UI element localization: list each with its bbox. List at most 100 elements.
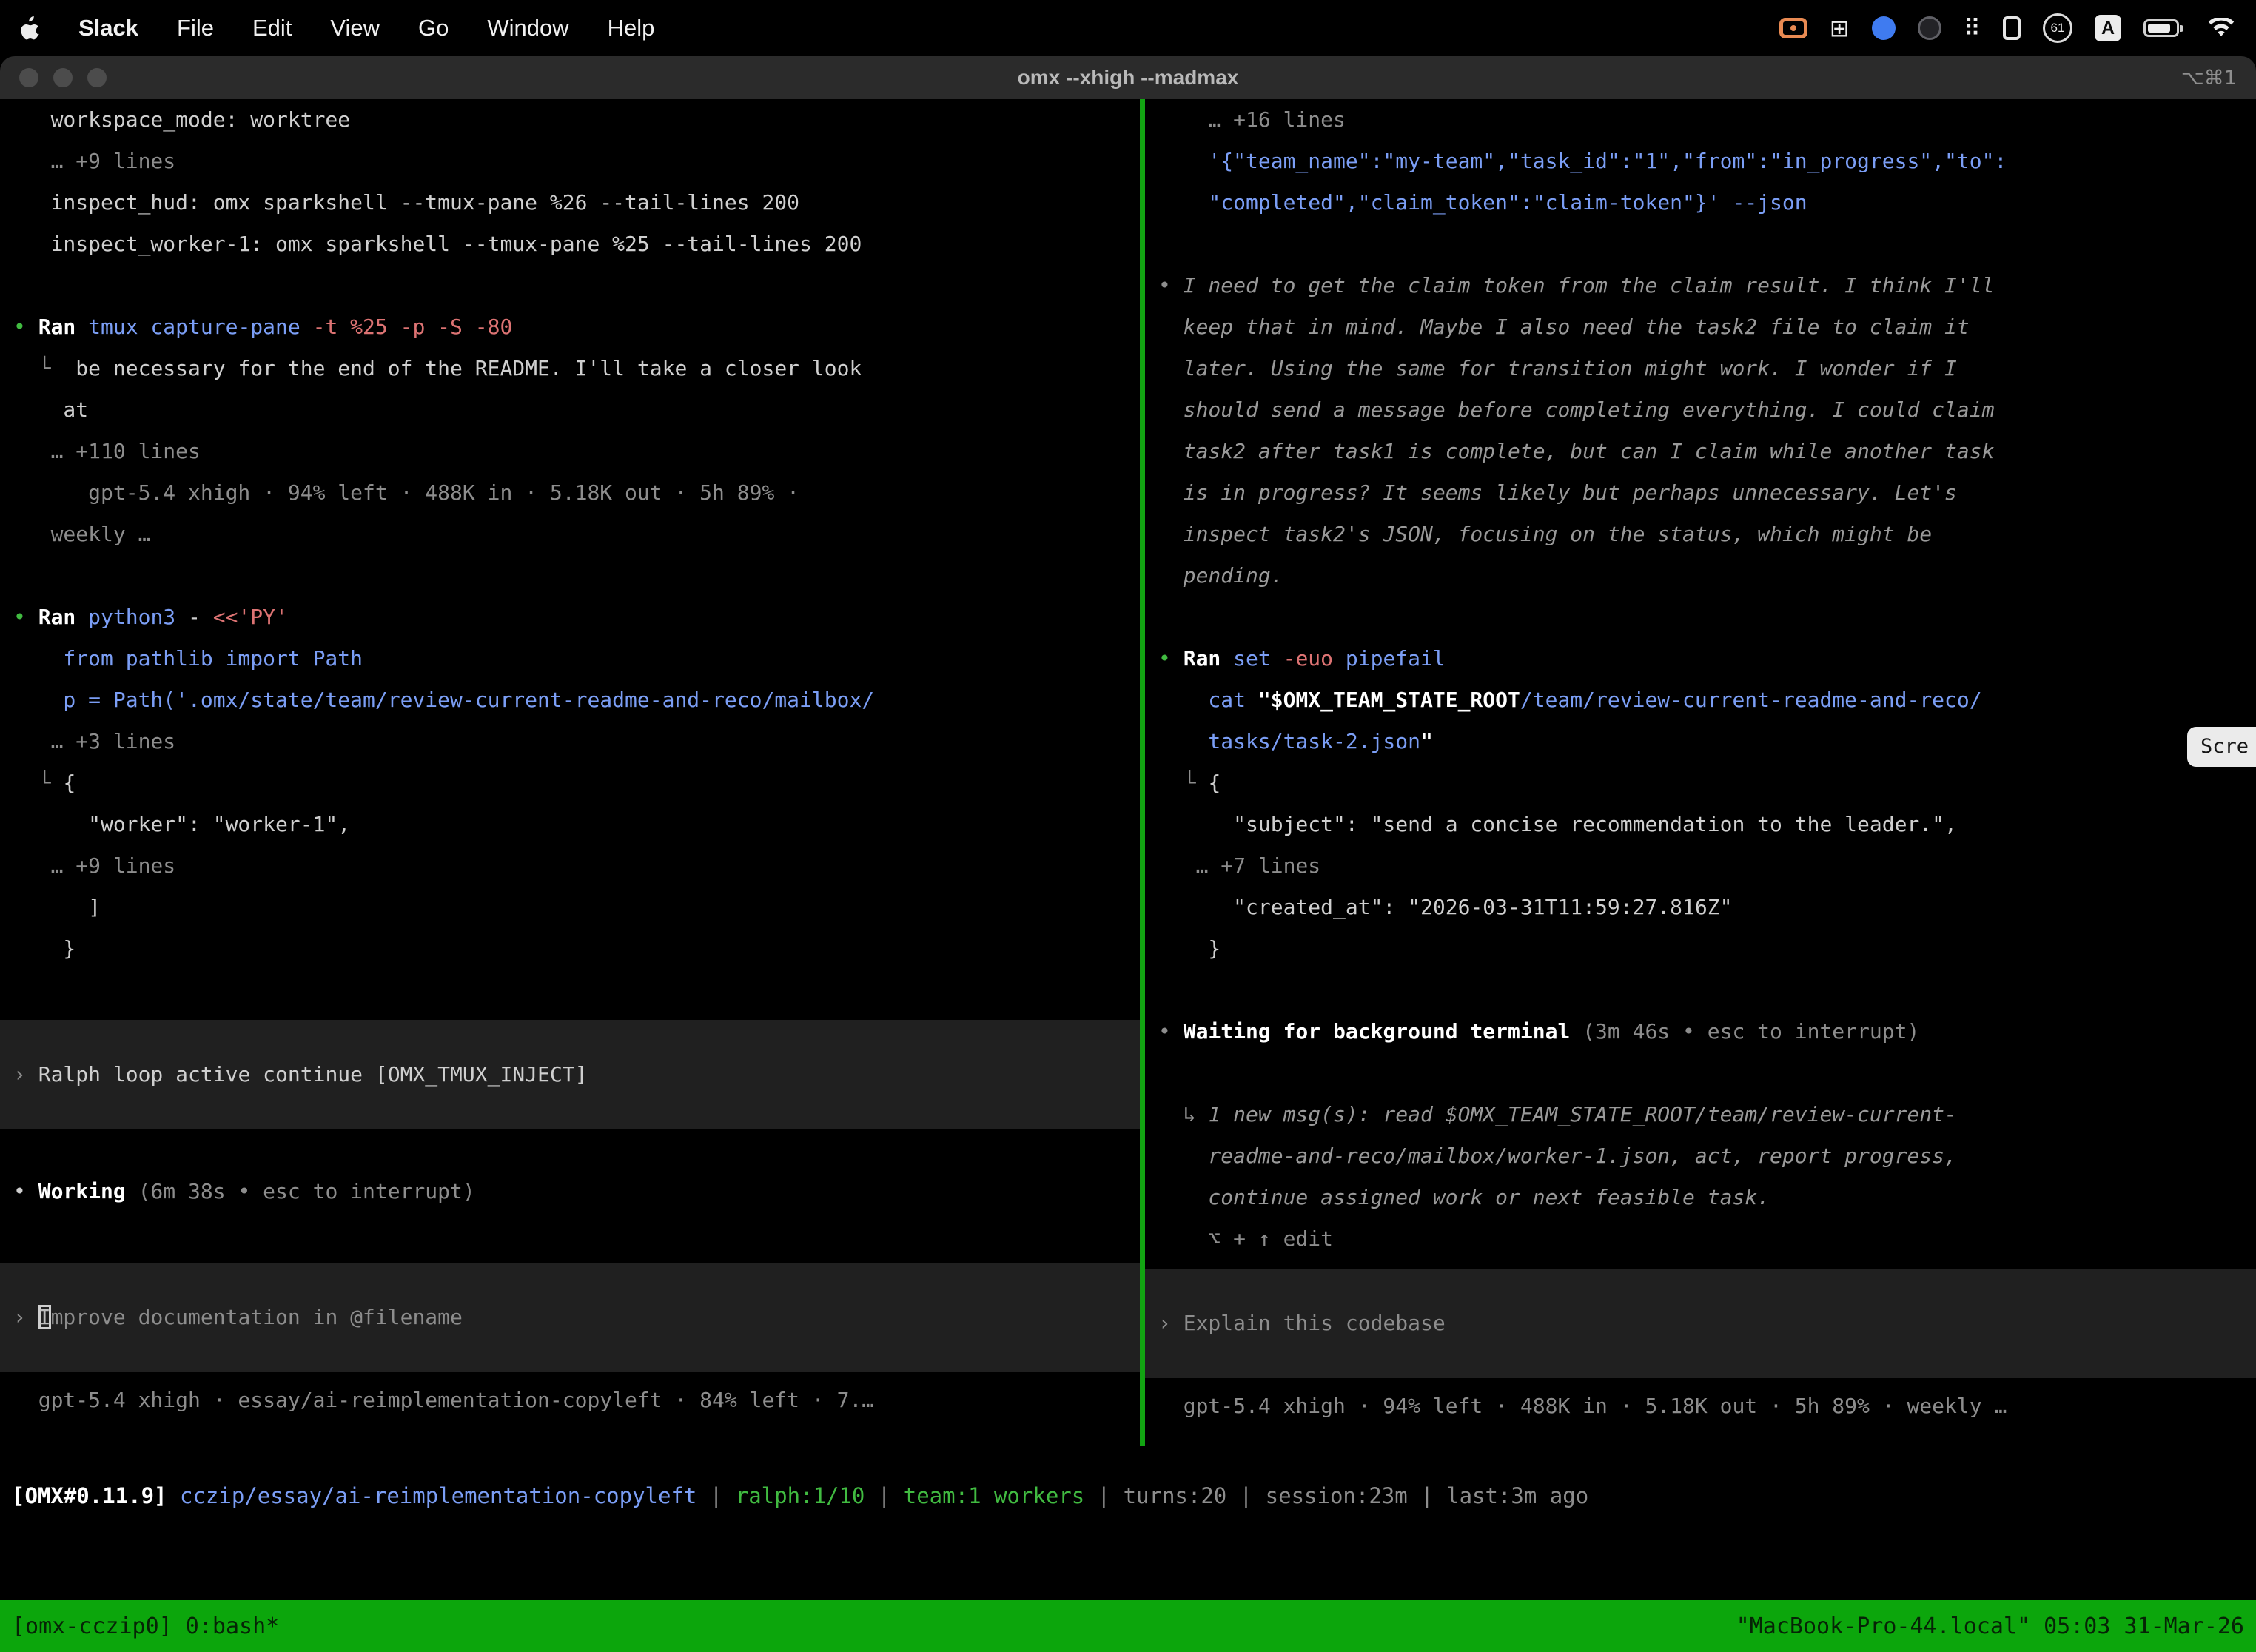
text-run: should send a message before completing … (1158, 397, 1994, 422)
text-run: gpt-5.4 xhigh · 94% left · 488K in · 5.1… (1158, 1394, 2007, 1418)
text-run: Ran (38, 315, 88, 339)
text-run: ↳ (1158, 1102, 1208, 1126)
terminal-line: should send a message before completing … (1145, 389, 2256, 431)
text-run: • (1158, 273, 1184, 298)
terminal-line (0, 970, 1140, 1011)
terminal-line: └ { (1145, 762, 2256, 804)
input-source-icon[interactable]: A (2095, 15, 2121, 41)
text-run: mprove documentation in @filename (51, 1305, 463, 1329)
terminal-line: '{"team_name":"my-team","task_id":"1","f… (1145, 141, 2256, 182)
wifi-icon[interactable] (2207, 18, 2235, 38)
terminal-line: ↳ 1 new msg(s): read $OMX_TEAM_STATE_ROO… (1145, 1094, 2256, 1135)
text-run: } (1158, 936, 1221, 961)
terminal-line: gpt-5.4 xhigh · 94% left · 488K in · 5.1… (1145, 1386, 2256, 1427)
dark-app-icon[interactable] (1918, 16, 1941, 40)
menu-item-go[interactable]: Go (418, 15, 449, 41)
terminal-line (0, 555, 1140, 597)
text-run: gpt-5.4 xhigh · 94% left · 488K in · 5.1… (13, 480, 799, 505)
terminal-line: is in progress? It seems likely but perh… (1145, 472, 2256, 514)
device-icon[interactable] (2003, 16, 2021, 40)
omx-status-segment: | (1084, 1483, 1123, 1508)
composer-band[interactable]: › Explain this codebase (1145, 1269, 2256, 1378)
text-run: tmux capture-pane (88, 315, 312, 339)
text-run: (3m 46s • esc to interrupt) (1582, 1019, 1919, 1044)
text-run: gpt-5.4 xhigh · essay/ai-reimplementatio… (13, 1388, 874, 1412)
text-run: I (38, 1305, 51, 1329)
menu-item-edit[interactable]: Edit (252, 15, 292, 41)
menu-item-view[interactable]: View (330, 15, 380, 41)
text-run: -euo (1283, 646, 1346, 671)
terminal-line: • Ran set -euo pipefail (1145, 638, 2256, 679)
omx-status-segment: last:3m ago (1446, 1483, 1588, 1508)
menu-item-window[interactable]: Window (487, 15, 568, 41)
omx-status-segment: | (696, 1483, 735, 1508)
grid-icon[interactable]: ⊞ (1830, 14, 1850, 42)
terminal-line: └ be necessary for the end of the README… (0, 348, 1140, 389)
terminal-line: continue assigned work or next feasible … (1145, 1177, 2256, 1218)
window-shortcut-hint: ⌥⌘1 (2181, 67, 2237, 90)
terminal-line: "worker": "worker-1", (0, 804, 1140, 845)
text-run: Ran (1184, 646, 1233, 671)
terminal-line: • Waiting for background terminal (3m 46… (1145, 1011, 2256, 1052)
tmux-status-bar: [omx-cczip0] 0:bash* "MacBook-Pro-44.loc… (0, 1600, 2256, 1652)
terminal-line: inspect_hud: omx sparkshell --tmux-pane … (0, 182, 1140, 224)
text-run: -t %25 -p -S -80 (313, 315, 513, 339)
terminal-content: workspace_mode: worktree … +9 lines insp… (0, 99, 2256, 1600)
terminal-line: } (1145, 928, 2256, 970)
terminal-line (0, 265, 1140, 306)
text-run: › (13, 1062, 38, 1087)
text-run: inspect_hud: omx sparkshell --tmux-pane … (13, 190, 799, 215)
text-run: … +3 lines (13, 729, 175, 753)
minimize-button[interactable] (53, 68, 73, 87)
text-run: • (1158, 646, 1184, 671)
battery-icon[interactable] (2143, 19, 2179, 37)
terminal-line: "completed","claim_token":"claim-token"}… (1145, 182, 2256, 224)
blue-app-icon[interactable] (1872, 16, 1896, 40)
screen-recording-icon[interactable] (1779, 18, 1807, 38)
text-run: › (1158, 1311, 1184, 1335)
text-run: continue assigned work or next feasible … (1158, 1185, 1770, 1209)
text-run: " (1420, 729, 1433, 753)
text-run: "$OMX_TEAM_STATE_ROOT (1258, 688, 1520, 712)
text-run: p = Path('.omx/state/team/review-current… (13, 688, 874, 712)
screen: Slack File Edit View Go Window Help ⊞ ⠿ 61 A omx… (0, 0, 2256, 1652)
composer-band[interactable]: › Improve documentation in @filename (0, 1263, 1140, 1372)
menu-item-file[interactable]: File (177, 15, 214, 41)
text-run: task2 after task1 is complete, but can I… (1158, 439, 1994, 463)
text-run: inspect_worker-1: omx sparkshell --tmux-… (13, 232, 862, 256)
text-run: keep that in mind. Maybe I also need the… (1158, 315, 1970, 339)
text-run: "completed","claim_token":"claim-token"}… (1158, 190, 1807, 215)
close-button[interactable] (19, 68, 38, 87)
text-run: └ (13, 356, 75, 380)
apple-menu-icon[interactable] (21, 16, 40, 40)
terminal-line: pending. (1145, 555, 2256, 597)
text-run: tasks/task-2.json (1158, 729, 1420, 753)
text-run: later. Using the same for transition mig… (1158, 356, 1957, 380)
zoom-button[interactable] (87, 68, 107, 87)
menu-bar: Slack File Edit View Go Window Help ⊞ ⠿ 61 A (0, 0, 2256, 56)
pane-divider[interactable] (1140, 99, 1145, 1446)
tmux-session-info: [omx-cczip0] 0:bash* (12, 1614, 279, 1639)
screen-overlay-button[interactable]: Scre (2187, 727, 2256, 767)
app-menu-slack[interactable]: Slack (78, 15, 138, 41)
terminal-line (1145, 1052, 2256, 1094)
window-title-bar: omx --xhigh --madmax ⌥⌘1 (0, 56, 2256, 99)
terminal-line: ⌥ + ↑ edit (1145, 1218, 2256, 1260)
terminal-line: keep that in mind. Maybe I also need the… (1145, 306, 2256, 348)
text-run: - (188, 605, 213, 629)
text-run: › (13, 1305, 38, 1329)
text-run: is in progress? It seems likely but perh… (1158, 480, 1957, 505)
terminal-line: … +110 lines (0, 431, 1140, 472)
text-run: be necessary for the end of the README. … (75, 356, 862, 380)
composer-band[interactable]: › Ralph loop active continue [OMX_TMUX_I… (0, 1020, 1140, 1129)
terminal-line: workspace_mode: worktree (0, 99, 1140, 141)
terminal-line: └ { (0, 762, 1140, 804)
text-run: • (13, 605, 38, 629)
menu-item-help[interactable]: Help (608, 15, 655, 41)
omx-status-segment: | (1226, 1483, 1265, 1508)
terminal-line (1145, 597, 2256, 638)
text-run: '{"team_name":"my-team","task_id":"1","f… (1158, 149, 2007, 173)
terminal-line: weekly … (0, 514, 1140, 555)
battery-percentage-badge[interactable]: 61 (2043, 13, 2072, 43)
dots-grid-icon[interactable]: ⠿ (1964, 14, 1981, 42)
